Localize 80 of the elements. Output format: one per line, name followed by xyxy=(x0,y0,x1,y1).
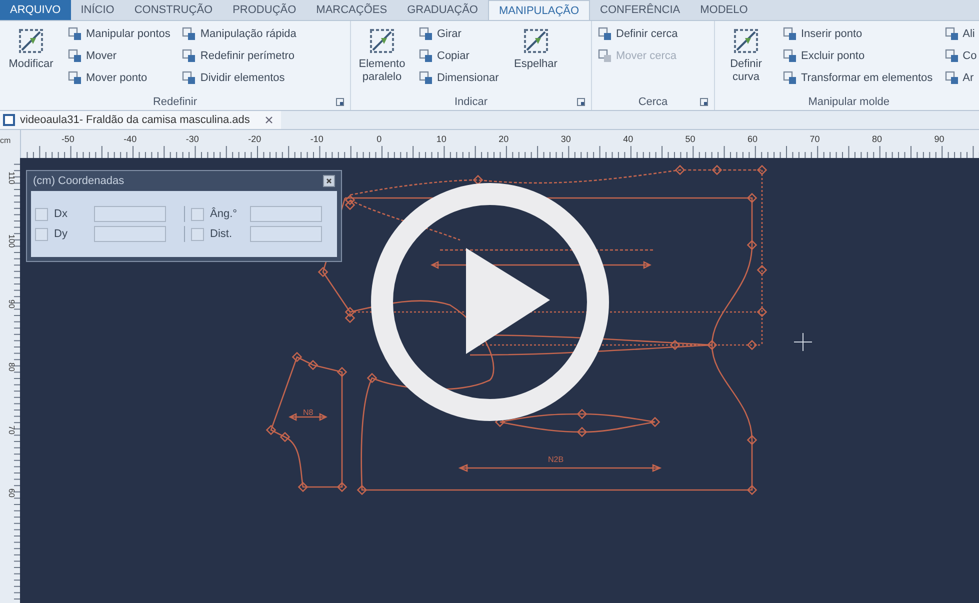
menu-tab[interactable]: CONFERÊNCIA xyxy=(590,0,690,20)
tool-icon xyxy=(783,49,797,63)
group-title: Redefinir xyxy=(152,96,198,108)
ribbon-button[interactable]: Dividir elementos xyxy=(180,68,298,88)
menu-tab[interactable]: MANIPULAÇÃO xyxy=(488,0,590,20)
ribbon-button[interactable]: Mover xyxy=(66,46,172,66)
checkbox[interactable] xyxy=(191,228,204,240)
ribbon-button[interactable]: Copiar xyxy=(417,46,501,66)
tool-icon xyxy=(16,26,46,56)
tool-icon xyxy=(944,71,959,85)
ribbon-button[interactable]: Elemento paralelo xyxy=(355,24,409,94)
tool-icon xyxy=(944,27,959,41)
menu-tab[interactable]: PRODUÇÃO xyxy=(222,0,306,20)
ribbon-button[interactable]: Definir cerca xyxy=(596,24,680,44)
menu-tab[interactable]: INÍCIO xyxy=(70,0,124,20)
menu-tab[interactable]: MARCAÇÕES xyxy=(306,0,398,20)
tool-icon xyxy=(783,27,797,41)
pattern-label: N8 xyxy=(303,408,314,417)
input-field[interactable] xyxy=(94,226,166,242)
input-field[interactable] xyxy=(94,206,166,222)
ribbon-button[interactable]: Transformar em elementos xyxy=(781,68,935,88)
ribbon-button[interactable]: Mover ponto xyxy=(66,68,172,88)
ribbon-button[interactable]: Manipulação rápida xyxy=(180,24,298,44)
ribbon-button[interactable]: Definir curva xyxy=(719,24,773,94)
ribbon-button[interactable]: Espelhar xyxy=(508,24,563,94)
tool-icon xyxy=(68,49,82,63)
ribbon-button[interactable]: Girar xyxy=(417,24,501,44)
menu-tab[interactable]: ARQUIVO xyxy=(0,0,71,20)
tool-icon xyxy=(419,49,433,63)
crosshair-icon xyxy=(794,333,812,351)
vertical-ruler: 110 100 90 80 70 60 xyxy=(0,158,20,603)
play-button[interactable] xyxy=(370,182,610,422)
launcher-icon[interactable] xyxy=(577,98,585,106)
field-label: Dx xyxy=(54,208,68,220)
group-title: Manipular molde xyxy=(808,96,890,108)
document-icon xyxy=(3,114,15,126)
field-label: Dy xyxy=(54,228,68,240)
menu-tab[interactable]: CONSTRUÇÃO xyxy=(124,0,223,20)
tool-icon xyxy=(783,71,797,85)
tool-icon xyxy=(598,49,612,63)
document-tab[interactable]: videoaula31- Fraldão da camisa masculina.ads xyxy=(0,111,281,129)
group-title: Cerca xyxy=(638,96,668,108)
ribbon-button[interactable]: Dimensionar xyxy=(417,68,501,88)
menu-tab[interactable]: GRADUAÇÃO xyxy=(397,0,488,20)
field-label: Âng.° xyxy=(210,208,238,220)
tool-icon xyxy=(419,71,433,85)
ribbon-button[interactable]: Manipular pontos xyxy=(66,24,172,44)
field-label: Dist. xyxy=(210,228,233,240)
ruler-unit: cm xyxy=(0,136,11,145)
checkbox[interactable] xyxy=(35,208,48,220)
tool-icon xyxy=(182,71,196,85)
input-field[interactable] xyxy=(250,206,322,222)
tool-icon xyxy=(731,26,761,56)
checkbox[interactable] xyxy=(191,208,204,220)
tool-icon xyxy=(182,49,196,63)
tool-icon xyxy=(182,27,196,41)
tool-icon xyxy=(598,27,612,41)
ribbon-button[interactable]: Excluir ponto xyxy=(781,46,935,66)
ribbon-button[interactable]: Ar xyxy=(942,68,979,88)
tool-icon xyxy=(68,27,82,41)
menu-tab[interactable]: MODELO xyxy=(690,0,758,20)
ribbon-button[interactable]: Modificar xyxy=(4,24,58,94)
group-title: Indicar xyxy=(454,96,488,108)
ribbon-button[interactable]: Ali xyxy=(942,24,979,44)
pattern-label: N2B xyxy=(548,455,564,464)
tool-icon xyxy=(68,71,82,85)
ribbon-button[interactable]: Co xyxy=(942,46,979,66)
close-icon[interactable] xyxy=(264,116,273,124)
ribbon-button[interactable]: Redefinir perímetro xyxy=(180,46,298,66)
checkbox[interactable] xyxy=(35,228,48,240)
ribbon-button[interactable]: Inserir ponto xyxy=(781,24,935,44)
tool-icon xyxy=(944,49,959,63)
tool-icon xyxy=(367,26,397,56)
launcher-icon[interactable] xyxy=(700,98,708,106)
panel-title: (cm) Coordenadas xyxy=(33,175,124,187)
horizontal-ruler: -50 -40 -30 -20 -10 0 10 20 30 40 50 60 70 80 90 xyxy=(20,130,979,158)
launcher-icon[interactable] xyxy=(336,98,344,106)
tool-icon xyxy=(419,27,433,41)
input-field[interactable] xyxy=(250,226,322,242)
close-icon[interactable] xyxy=(323,175,335,187)
